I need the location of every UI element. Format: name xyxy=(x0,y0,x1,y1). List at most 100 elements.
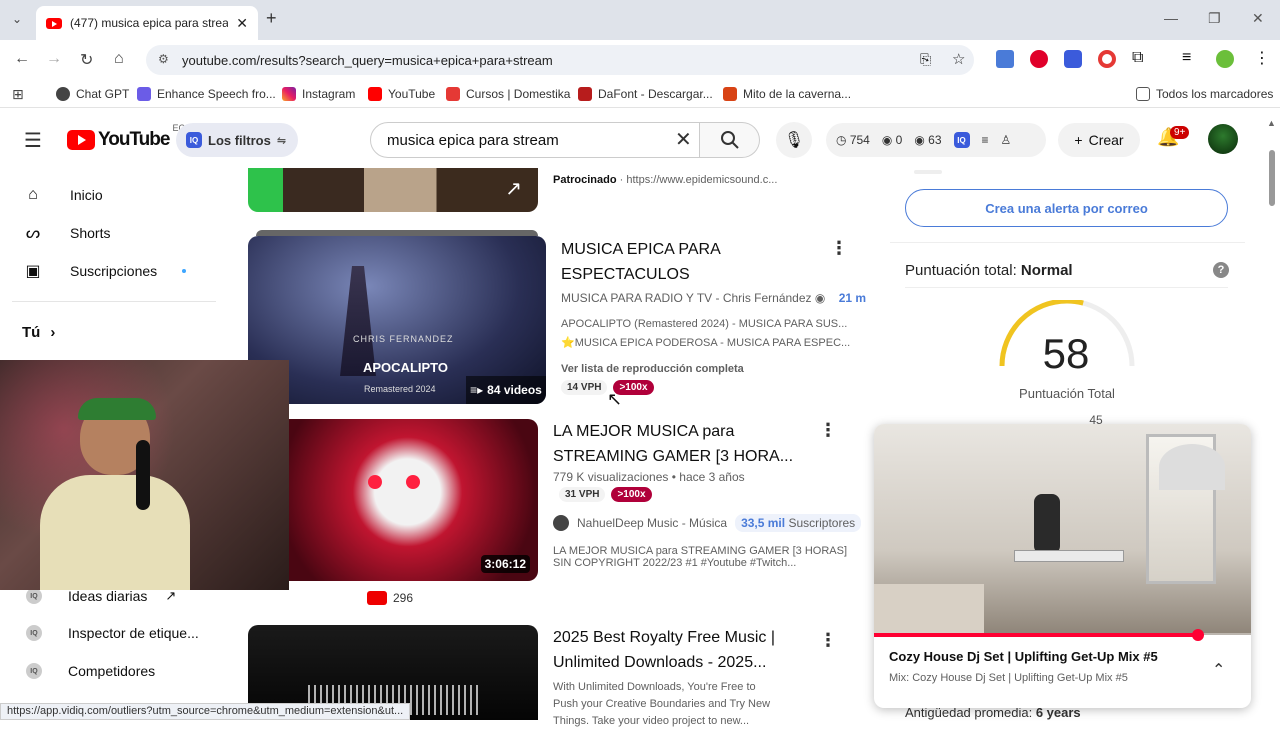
voice-search-button[interactable]: 🎙 xyxy=(776,122,812,158)
video-title[interactable]: 2025 Best Royalty Free Music | Unlimited … xyxy=(553,625,823,675)
channel-name[interactable]: MUSICA PARA RADIO Y TV - Chris Fernández… xyxy=(561,291,866,305)
domestika-icon xyxy=(446,87,460,101)
miniplayer[interactable]: Cozy House Dj Set | Uplifting Get-Up Mix… xyxy=(874,424,1251,708)
clear-search-icon[interactable]: ✕ xyxy=(675,127,692,152)
chatgpt-icon xyxy=(56,87,70,101)
browser-tab[interactable]: (477) musica epica para stream ✕ xyxy=(36,6,258,40)
profile-icon[interactable] xyxy=(1216,50,1234,68)
avatar[interactable] xyxy=(1208,124,1238,154)
miniplayer-title[interactable]: Cozy House Dj Set | Uplifting Get-Up Mix… xyxy=(889,649,1158,664)
dj-table xyxy=(1014,550,1124,562)
tab-close-icon[interactable]: ✕ xyxy=(236,15,248,32)
more-options-icon[interactable]: ⋮ xyxy=(819,420,837,441)
help-icon[interactable]: ? xyxy=(1213,262,1229,278)
ad-thumbnail[interactable]: ↗ xyxy=(248,168,538,212)
bookmark-enhance[interactable]: Enhance Speech fro... xyxy=(137,87,276,101)
vidiq-extension-icon[interactable] xyxy=(1064,50,1082,68)
scrollbar-thumb[interactable] xyxy=(1269,150,1275,206)
translate-extension-icon[interactable] xyxy=(996,50,1014,68)
reload-icon[interactable]: ↻ xyxy=(80,50,93,70)
bookmark-youtube[interactable]: YouTube xyxy=(368,87,435,101)
notification-badge: 9+ xyxy=(1170,126,1190,139)
home-icon[interactable]: ⌂ xyxy=(114,50,124,68)
progress-fill xyxy=(874,633,1199,637)
vidiq-icon: IQ xyxy=(26,663,42,679)
panda-eye xyxy=(406,475,420,489)
forward-icon[interactable]: → xyxy=(46,50,62,68)
playlist-thumbnail[interactable]: CHRIS FERNANDEZ APOCALIPTO Remastered 20… xyxy=(248,236,546,404)
extensions-puzzle-icon[interactable]: ⧉ xyxy=(1132,49,1143,67)
panda-eye xyxy=(368,475,382,489)
email-alert-button[interactable]: Crea una alerta por correo xyxy=(905,189,1228,227)
search-input[interactable]: musica epica para stream ✕ xyxy=(370,122,700,158)
miniplayer-video[interactable] xyxy=(874,424,1251,635)
folder-icon xyxy=(1136,87,1150,101)
tab-title: (477) musica epica para stream xyxy=(70,16,229,30)
bookmark-chatgpt[interactable]: Chat GPT xyxy=(56,87,129,101)
sidebar-tool-ideas[interactable]: IQ Ideas diarias ↗ xyxy=(26,588,176,604)
maximize-icon[interactable]: ❐ xyxy=(1208,10,1221,27)
vidiq-icon[interactable]: IQ xyxy=(953,132,970,148)
all-bookmarks[interactable]: Todos los marcadores xyxy=(1136,87,1273,101)
youtube-logo[interactable]: YouTube EC xyxy=(67,123,185,151)
sofa-shape xyxy=(874,584,984,635)
sidebar-item-inicio[interactable]: ⌂ Inicio xyxy=(22,184,103,206)
reading-list-icon[interactable]: ≡ xyxy=(1182,49,1191,67)
view-full-playlist-link[interactable]: Ver lista de reproducción completa xyxy=(561,363,744,375)
video-description: With Unlimited Downloads, You're Free to… xyxy=(553,681,771,727)
eye-stat: ◉ 0 xyxy=(881,133,903,147)
create-button[interactable]: + Crear xyxy=(1058,123,1140,157)
ad-meta[interactable]: Patrocinado · https://www.epidemicsound.… xyxy=(553,174,777,186)
vidiq-stats-bar[interactable]: ◷ 754 ◉ 0 ◉ 63 IQ ≡ ♙ xyxy=(826,123,1046,157)
record-extension-icon[interactable] xyxy=(1098,50,1116,68)
bookmark-instagram[interactable]: Instagram xyxy=(282,87,355,101)
sidebar-you[interactable]: Tú › xyxy=(22,324,55,341)
progress-handle[interactable] xyxy=(1192,629,1205,641)
arrow-out-icon: ↗ xyxy=(505,178,522,200)
menu-dots-icon[interactable]: ⋮ xyxy=(1254,48,1270,68)
scroll-up-icon[interactable]: ▲ xyxy=(1267,118,1276,128)
search-button[interactable] xyxy=(700,122,760,158)
expand-chevron-up-icon[interactable]: ⌃ xyxy=(1212,660,1225,680)
enhance-icon xyxy=(137,87,151,101)
panel-divider xyxy=(890,242,1245,243)
instagram-icon xyxy=(282,87,296,101)
video-title[interactable]: MUSICA EPICA PARA ESPECTACULOS xyxy=(561,237,831,287)
shorts-icon: ᔕ xyxy=(25,225,41,242)
apps-grid-icon[interactable]: ⊞ xyxy=(12,86,24,103)
tab-search-icon[interactable]: ⌄ xyxy=(12,12,22,26)
bookmark-mito[interactable]: Mito de la caverna... xyxy=(723,87,851,101)
dj-figure xyxy=(1034,494,1060,554)
playlist-item-2[interactable]: ⭐MUSICA EPICA PODEROSA - MUSICA PARA ESP… xyxy=(561,336,850,349)
video-title[interactable]: LA MEJOR MUSICA para STREAMING GAMER [3 H… xyxy=(553,419,823,469)
channel-name[interactable]: NahuelDeep Music - Música 33,5 mil Suscri… xyxy=(553,514,862,532)
sidebar-item-shorts[interactable]: ᔕ Shorts xyxy=(22,222,111,244)
bookmark-domestika[interactable]: Cursos | Domestika xyxy=(446,87,570,101)
site-info-icon[interactable]: ⚙ xyxy=(158,52,169,66)
vidiq-icon: IQ xyxy=(186,132,202,148)
sidebar-item-suscripciones[interactable]: ▣ Suscripciones xyxy=(22,260,157,282)
search-icon xyxy=(720,131,739,149)
vidiq-filters-button[interactable]: IQ Los filtros ⇋ xyxy=(176,123,298,157)
sidebar-tool-inspector[interactable]: IQ Inspector de etique... xyxy=(26,625,199,641)
sliders-icon: ⇋ xyxy=(276,134,287,147)
install-icon[interactable]: ⎘ xyxy=(920,51,931,68)
bookmark-dafont[interactable]: DaFont - Descargar... xyxy=(578,87,713,101)
trophy-icon[interactable]: ♙ xyxy=(1001,133,1012,147)
close-window-icon[interactable]: ✕ xyxy=(1252,10,1264,27)
hamburger-menu-icon[interactable]: ☰ xyxy=(24,128,42,153)
more-options-icon[interactable]: ⋮ xyxy=(830,238,848,259)
opera-extension-icon[interactable] xyxy=(1030,50,1048,68)
panel-divider xyxy=(905,287,1228,288)
back-icon[interactable]: ← xyxy=(14,50,30,68)
list-icon[interactable]: ≡ xyxy=(982,133,989,147)
playlist-item-1[interactable]: APOCALIPTO (Remastered 2024) - MUSICA PA… xyxy=(561,318,847,330)
url-bar[interactable]: ⚙ youtube.com/results?search_query=music… xyxy=(146,45,974,75)
minimize-icon[interactable]: — xyxy=(1164,10,1178,26)
lamp-shape xyxy=(1159,444,1225,490)
more-options-icon[interactable]: ⋮ xyxy=(819,630,837,651)
sidebar-tool-competidores[interactable]: IQ Competidores xyxy=(26,663,155,679)
video-thumbnail[interactable]: 3:06:12 xyxy=(248,419,538,581)
new-tab-button[interactable]: + xyxy=(266,8,277,29)
bookmark-star-icon[interactable]: ☆ xyxy=(952,50,965,68)
